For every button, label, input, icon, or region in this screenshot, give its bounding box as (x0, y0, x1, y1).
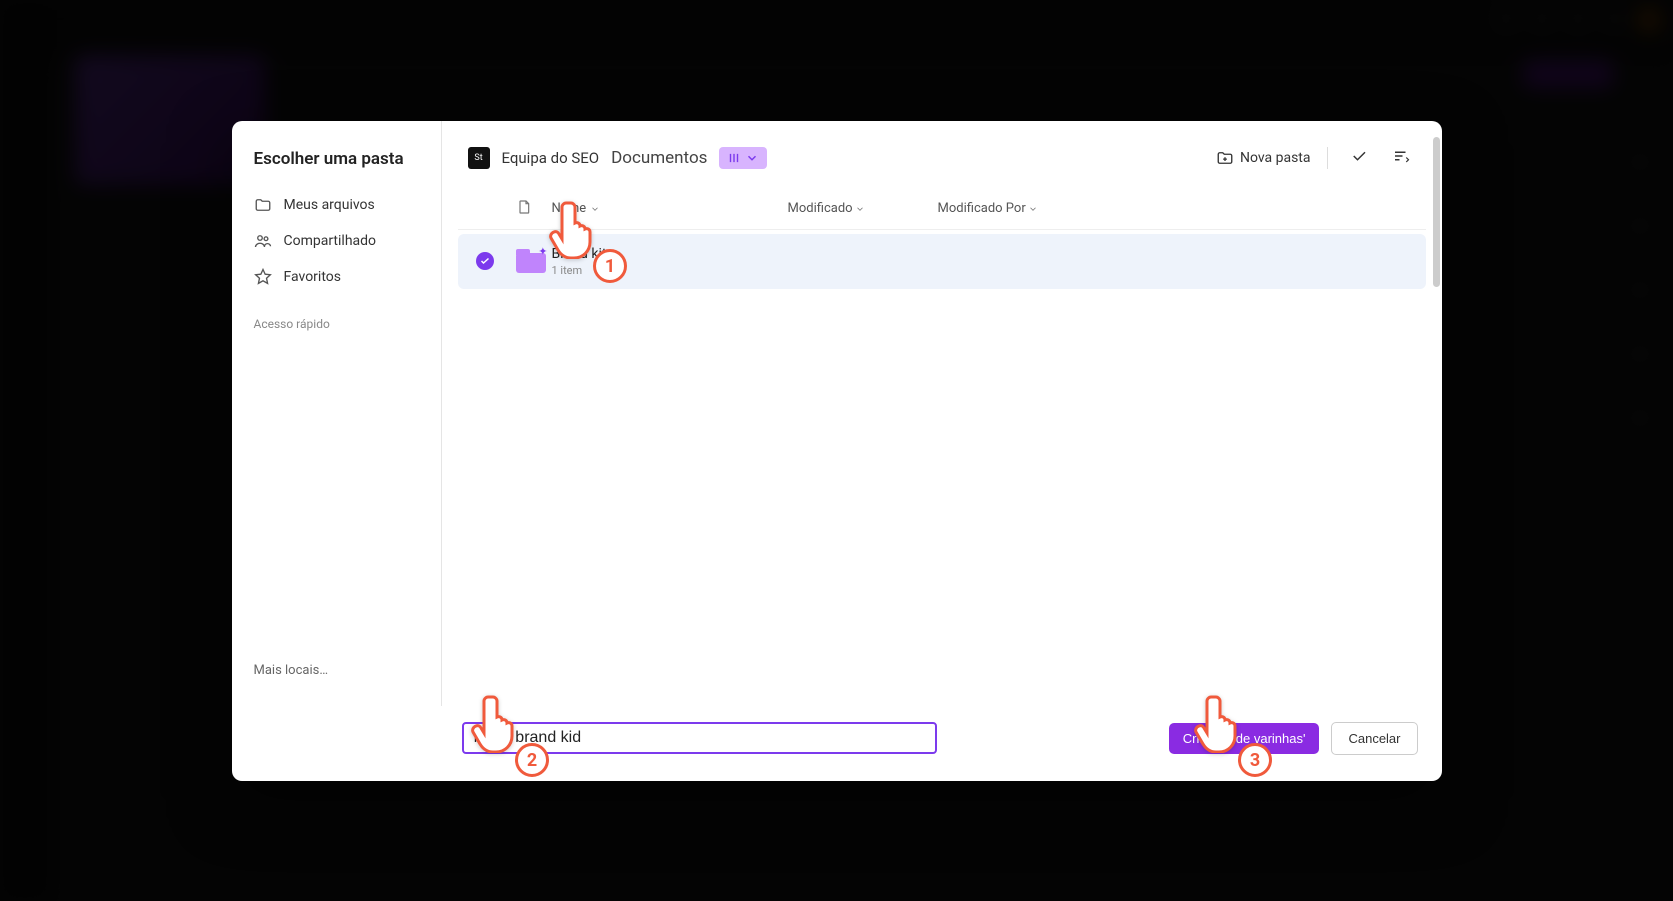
sidebar-item-label: Meus arquivos (284, 197, 375, 213)
column-name[interactable]: Name (552, 201, 788, 216)
sidebar-item-my-files[interactable]: Meus arquivos (232, 187, 441, 223)
breadcrumb-current[interactable]: Documentos (611, 148, 707, 168)
chevron-down-icon (590, 204, 600, 214)
check-icon (1350, 147, 1368, 165)
folder-picker-modal: Escolher uma pasta Meus arquivos Compart… (232, 121, 1442, 781)
divider (1327, 147, 1328, 169)
view-toggle[interactable] (719, 147, 767, 169)
column-modified-by[interactable]: Modificado Por (938, 201, 1108, 216)
more-places-link[interactable]: Mais locais… (232, 651, 441, 690)
chevron-down-icon (745, 151, 759, 165)
file-row-brand-kit[interactable]: ✦ Brand kit 1 item (458, 234, 1426, 289)
quick-access-label: Acesso rápido (232, 295, 441, 339)
scrollbar[interactable] (1433, 137, 1440, 287)
chevron-down-icon (855, 204, 865, 214)
row-checkbox[interactable] (476, 252, 494, 270)
modal-footer: Criar 'Kit de varinhas' Cancelar (232, 706, 1442, 781)
star-icon (254, 268, 272, 286)
column-modified[interactable]: Modificado (788, 201, 938, 216)
confirm-button[interactable] (1344, 141, 1374, 175)
sidebar-item-shared[interactable]: Compartilhado (232, 223, 441, 259)
row-name: Brand kit (552, 246, 1408, 262)
file-icon (516, 199, 532, 215)
modal-sidebar: Escolher uma pasta Meus arquivos Compart… (232, 121, 442, 706)
folder-icon (254, 196, 272, 214)
create-button[interactable]: Criar 'Kit de varinhas' (1169, 723, 1320, 754)
check-icon (479, 255, 491, 267)
modal-main: St Equipa do SEO Documentos Nova pasta (442, 121, 1442, 706)
folder-plus-icon (1216, 149, 1234, 167)
folder-icon: ✦ (516, 249, 546, 273)
sidebar-item-favorites[interactable]: Favoritos (232, 259, 441, 295)
team-badge[interactable]: St (468, 147, 490, 169)
new-folder-label: Nova pasta (1240, 150, 1311, 166)
breadcrumb-team[interactable]: Equipa do SEO (502, 149, 600, 167)
sidebar-item-label: Compartilhado (284, 233, 377, 249)
list-header: Name Modificado Modificado Por (458, 189, 1426, 230)
name-input[interactable] (462, 722, 937, 754)
cancel-button[interactable]: Cancelar (1331, 722, 1417, 755)
modal-overlay: Escolher uma pasta Meus arquivos Compart… (0, 0, 1673, 901)
modal-title: Escolher uma pasta (232, 149, 441, 187)
chevron-down-icon (1028, 204, 1038, 214)
sort-lines-icon (1392, 147, 1410, 165)
file-list: Name Modificado Modificado Por (458, 189, 1426, 690)
sort-menu-button[interactable] (1386, 141, 1416, 175)
new-folder-button[interactable]: Nova pasta (1216, 149, 1311, 167)
modal-toolbar: St Equipa do SEO Documentos Nova pasta (442, 121, 1442, 189)
columns-icon (727, 151, 741, 165)
row-sub: 1 item (552, 264, 1408, 277)
sidebar-item-label: Favoritos (284, 269, 341, 285)
people-icon (254, 232, 272, 250)
